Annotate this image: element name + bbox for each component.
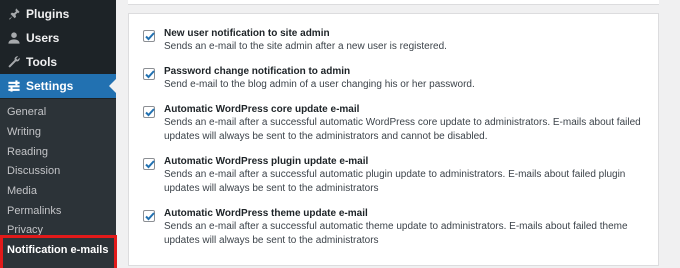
menu-label: Plugins xyxy=(26,7,70,21)
option-title: Automatic WordPress core update e-mail xyxy=(164,104,360,115)
option-title: Automatic WordPress plugin update e-mail xyxy=(164,156,369,167)
menu-item-users[interactable]: Users xyxy=(0,26,116,50)
menu-item-settings[interactable]: Settings xyxy=(0,74,116,98)
checkmark-icon xyxy=(145,32,155,41)
checkbox[interactable] xyxy=(143,68,155,80)
submenu-item-permalinks[interactable]: Permalinks xyxy=(7,202,61,220)
checkbox[interactable] xyxy=(143,106,155,118)
option-description: Sends an e-mail after a successful autom… xyxy=(164,117,641,142)
menu-item-plugins[interactable]: Plugins xyxy=(0,2,116,26)
wrench-icon xyxy=(7,55,21,69)
submenu-item-discussion[interactable]: Discussion xyxy=(7,162,60,180)
settings-icon xyxy=(7,79,21,93)
option-description: Sends an e-mail to the site admin after … xyxy=(164,41,447,52)
option-title: Automatic WordPress theme update e-mail xyxy=(164,208,368,219)
option-title: Password change notification to admin xyxy=(164,66,351,77)
checkmark-icon xyxy=(145,70,155,79)
menu-label: Users xyxy=(26,31,60,45)
active-indicator xyxy=(109,79,116,93)
option-title: New user notification to site admin xyxy=(164,28,330,39)
users-icon xyxy=(7,31,21,45)
option-description: Sends an e-mail after a successful autom… xyxy=(164,169,626,194)
menu-label: Settings xyxy=(26,79,74,93)
checkbox[interactable] xyxy=(143,158,155,170)
menu-item-tools[interactable]: Tools xyxy=(0,50,116,74)
plugin-icon xyxy=(7,7,21,21)
submenu-item-general[interactable]: General xyxy=(7,103,46,121)
checkbox[interactable] xyxy=(143,30,155,42)
option-description: Send e-mail to the blog admin of a user … xyxy=(164,79,475,90)
previous-section-edge xyxy=(128,0,659,5)
menu-label: Tools xyxy=(26,55,58,69)
checkbox[interactable] xyxy=(143,210,155,222)
checkmark-icon xyxy=(145,160,155,169)
submenu-item-reading[interactable]: Reading xyxy=(7,143,48,161)
admin-sidebar: Plugins Users Tools Settings General Wri… xyxy=(0,0,117,268)
checkmark-icon xyxy=(145,108,155,117)
submenu-item-writing[interactable]: Writing xyxy=(7,123,41,141)
option-description: Sends an e-mail after a successful autom… xyxy=(164,221,628,246)
checkmark-icon xyxy=(145,212,155,221)
highlight-box xyxy=(0,235,117,268)
submenu-item-media[interactable]: Media xyxy=(7,182,37,200)
